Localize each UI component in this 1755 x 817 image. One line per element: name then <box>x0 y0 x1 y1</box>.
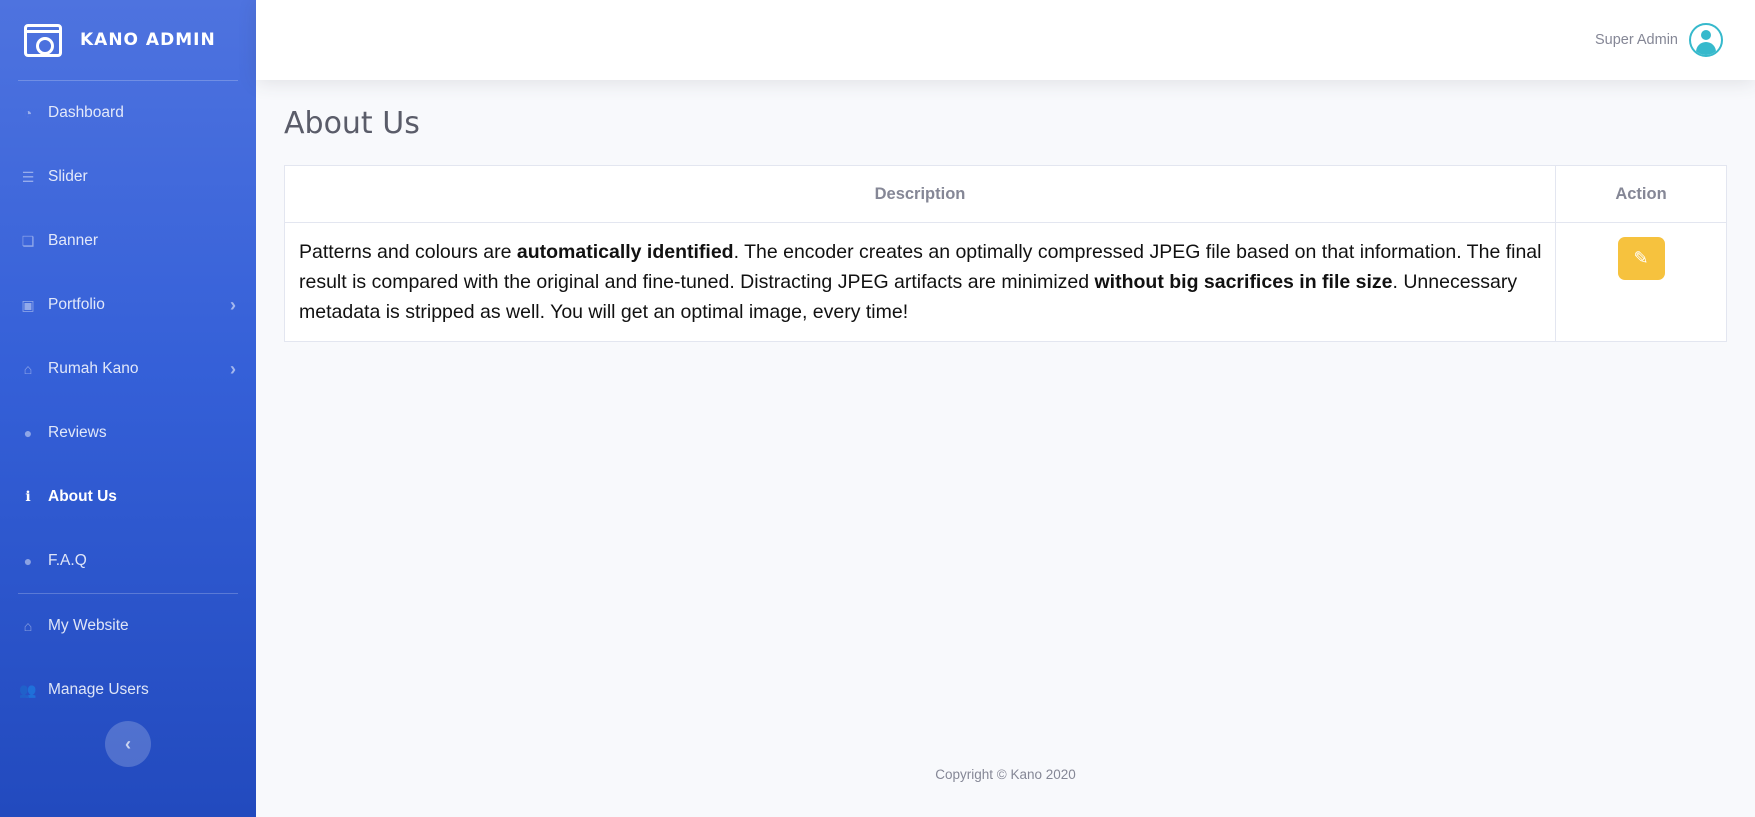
content-wrapper: Super Admin About Us Description Action … <box>256 0 1755 817</box>
about-table: Description Action Patterns and colours … <box>284 165 1727 342</box>
sidebar-item-label: Banner <box>48 232 98 249</box>
sidebar-item-my-website[interactable]: ⌂ My Website <box>0 594 256 658</box>
user-name[interactable]: Super Admin <box>1595 32 1678 48</box>
footer-copyright: Copyright © Kano 2020 <box>935 767 1076 782</box>
comment-icon: ● <box>23 553 33 569</box>
brand-link[interactable]: KANO ADMIN <box>0 0 256 80</box>
sidebar: KANO ADMIN ◔ Dashboard ☰ Slider ❏ Banner… <box>0 0 256 817</box>
sidebar-item-slider[interactable]: ☰ Slider <box>0 145 256 209</box>
chevron-left-icon: ‹ <box>125 733 131 754</box>
user-circle-icon[interactable] <box>1689 23 1723 57</box>
sidebar-item-label: Rumah Kano <box>48 360 139 377</box>
column-header-action: Action <box>1555 165 1727 223</box>
sidebar-item-dashboard[interactable]: ◔ Dashboard <box>0 81 256 145</box>
pencil-icon: ✎ <box>1633 248 1649 268</box>
comments-icon: ● <box>23 425 33 441</box>
description-text: Patterns and colours are <box>299 241 517 263</box>
page-title: About Us <box>284 106 420 141</box>
sidebar-item-label: Dashboard <box>48 104 124 121</box>
sidebar-item-rumah-kano[interactable]: ⌂ Rumah Kano › <box>0 337 256 401</box>
home-icon: ⌂ <box>23 618 33 634</box>
sidebar-item-about-us[interactable]: i About Us <box>0 465 256 529</box>
sidebar-item-label: Manage Users <box>48 681 149 698</box>
sidebar-item-label: Slider <box>48 168 88 185</box>
brand-name: KANO ADMIN <box>80 30 216 50</box>
app-root: KANO ADMIN ◔ Dashboard ☰ Slider ❏ Banner… <box>0 0 1755 817</box>
chevron-right-icon: › <box>230 294 236 315</box>
sidebar-item-label: About Us <box>48 488 117 505</box>
tachometer-icon: ◔ <box>23 105 33 121</box>
sidebar-secondary-nav: ⌂ My Website 👥 Manage Users <box>0 594 256 722</box>
sidebar-item-reviews[interactable]: ● Reviews <box>0 401 256 465</box>
sidebar-item-label: Portfolio <box>48 296 105 313</box>
home-icon: ⌂ <box>23 361 33 377</box>
action-cell: ✎ <box>1555 222 1727 342</box>
camera-window-icon <box>24 23 62 57</box>
description-bold-text: without big sacrifices in file size <box>1094 271 1393 293</box>
avatar-body <box>1696 42 1716 55</box>
sliders-icon: ☰ <box>21 168 35 185</box>
description-bold-text: automatically identified <box>516 241 734 263</box>
edit-button[interactable]: ✎ <box>1617 237 1665 280</box>
users-icon: 👥 <box>19 681 37 698</box>
sidebar-item-banner[interactable]: ❏ Banner <box>0 209 256 273</box>
sidebar-nav: ◔ Dashboard ☰ Slider ❏ Banner ▣ Portfoli… <box>0 81 256 593</box>
column-header-description: Description <box>284 165 1556 223</box>
sidebar-item-label: My Website <box>48 617 129 634</box>
description-cell: Patterns and colours are automatically i… <box>284 222 1556 342</box>
topbar: Super Admin <box>256 0 1755 80</box>
sidebar-item-faq[interactable]: ● F.A.Q <box>0 529 256 593</box>
photo-album-icon: ▣ <box>21 296 35 313</box>
sidebar-item-label: Reviews <box>48 424 107 441</box>
avatar-head <box>1701 30 1711 40</box>
table-row: Patterns and colours are automatically i… <box>284 222 1727 342</box>
info-icon: i <box>25 489 31 505</box>
main-content: About Us Description Action Patterns and… <box>256 80 1755 342</box>
table-header-row: Description Action <box>284 165 1727 223</box>
sidebar-toggle-button[interactable]: ‹ <box>105 721 151 767</box>
images-icon: ❏ <box>21 232 35 249</box>
sidebar-item-manage-users[interactable]: 👥 Manage Users <box>0 658 256 722</box>
sidebar-item-portfolio[interactable]: ▣ Portfolio › <box>0 273 256 337</box>
chevron-right-icon: › <box>230 358 236 379</box>
sidebar-item-label: F.A.Q <box>48 552 87 569</box>
